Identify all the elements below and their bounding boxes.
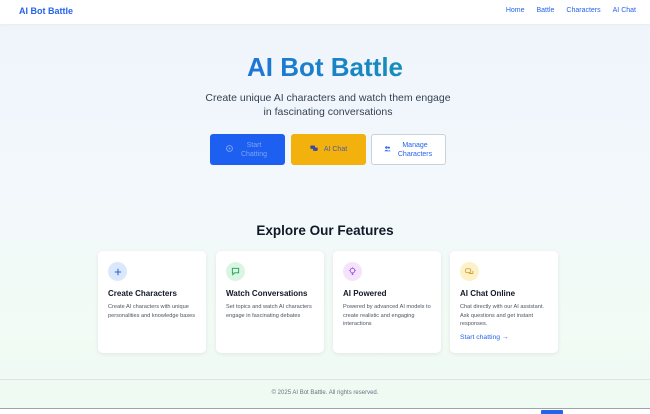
footer-divider [0,379,650,380]
ai-chat-button[interactable]: AI Chat [291,134,366,165]
card-title: Create Characters [108,289,177,298]
main-nav: Home Battle Characters AI Chat [506,7,636,14]
manage-characters-label: Manage Characters [397,141,433,158]
card-description: Create AI characters with unique persona… [108,304,196,319]
brand-logo-link[interactable]: AI Bot Battle [19,6,73,16]
users-icon [384,145,391,154]
start-chatting-label: Start Chatting [240,141,268,158]
card-description: Chat directly with our AI assistant. Ask… [460,304,544,328]
footer-copyright: © 2025 AI Bot Battle. All rights reserve… [271,390,379,396]
card-title: AI Powered [343,289,387,298]
features-heading: Explore Our Features [256,223,394,238]
hero-title: AI Bot Battle [0,52,650,83]
hero-subtitle: Create unique AI characters and watch th… [205,92,451,118]
nav-link-battle[interactable]: Battle [537,7,555,14]
nav-link-home[interactable]: Home [506,7,525,14]
feature-card-create-characters: Create Characters Create AI characters w… [98,251,206,353]
manage-characters-button[interactable]: Manage Characters [371,134,446,165]
start-chatting-link[interactable]: Start chatting → [460,334,509,341]
card-title: AI Chat Online [460,289,516,298]
play-icon [226,145,233,154]
ai-chat-label: AI Chat [323,146,348,153]
plus-icon [108,262,127,281]
lightbulb-icon [343,262,362,281]
message-square-icon [226,262,245,281]
top-navbar: AI Bot Battle Home Battle Characters AI … [0,0,650,24]
feature-card-ai-powered: AI Powered Powered by advanced AI models… [333,251,441,353]
start-chatting-button[interactable]: Start Chatting [210,134,285,165]
feature-card-watch-conversations: Watch Conversations Set topics and watch… [216,251,324,353]
card-title: Watch Conversations [226,289,308,298]
card-description: Set topics and watch AI characters engag… [226,304,312,319]
chat-bubbles-icon [310,145,318,154]
nav-link-characters[interactable]: Characters [566,7,600,14]
card-description: Powered by advanced AI models to create … [343,304,431,328]
nav-link-ai-chat[interactable]: AI Chat [613,7,636,14]
taskbar-indicator [541,410,563,414]
chat-bubbles-icon [460,262,479,281]
feature-card-ai-chat-online: AI Chat Online Chat directly with our AI… [450,251,558,353]
